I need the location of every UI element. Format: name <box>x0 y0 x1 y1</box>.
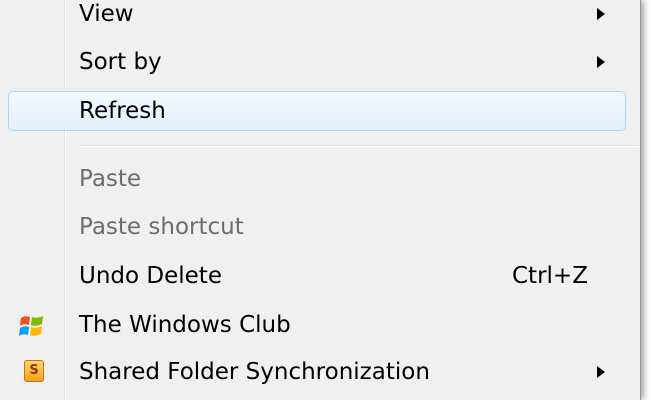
windows-logo-icon <box>14 311 50 339</box>
shared-folder-sync-icon: S <box>14 358 50 386</box>
menu-item-paste-shortcut[interactable]: Paste shortcut <box>0 205 640 249</box>
shared-folder-sync-icon: S <box>24 360 44 382</box>
menu-separator <box>78 145 638 147</box>
keyboard-shortcut: Ctrl+Z <box>512 263 588 289</box>
menu-item-label: Shared Folder Synchronization <box>79 359 430 385</box>
menu-item-refresh[interactable]: Refresh <box>0 89 640 133</box>
menu-item-label: The Windows Club <box>79 312 291 338</box>
menu-item-the-windows-club[interactable]: The Windows Club <box>0 303 640 347</box>
menu-item-sort-by[interactable]: Sort by <box>0 40 640 84</box>
menu-item-label: Paste shortcut <box>79 214 244 240</box>
submenu-arrow-icon <box>597 56 605 68</box>
menu-item-label: Refresh <box>79 98 166 124</box>
menu-item-paste[interactable]: Paste <box>0 157 640 201</box>
menu-item-label: View <box>79 1 134 27</box>
windows-logo-icon <box>19 316 43 336</box>
menu-item-view[interactable]: View <box>0 0 640 36</box>
sync-icon-glyph: S <box>29 363 39 378</box>
menu-item-label: Paste <box>79 166 142 192</box>
menu-item-undo-delete[interactable]: Undo Delete Ctrl+Z <box>0 254 640 298</box>
menu-item-shared-folder-synchronization[interactable]: S Shared Folder Synchronization <box>0 350 640 394</box>
menu-item-label: Undo Delete <box>79 263 222 289</box>
submenu-arrow-icon <box>597 366 605 378</box>
context-menu: View Sort by Refresh Paste Paste shortcu… <box>0 0 641 400</box>
menu-item-label: Sort by <box>79 49 162 75</box>
submenu-arrow-icon <box>597 8 605 20</box>
